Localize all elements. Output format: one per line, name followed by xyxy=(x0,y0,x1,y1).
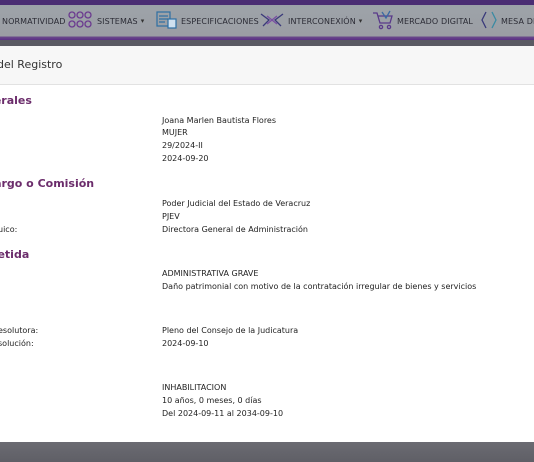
section-falta: metida xyxy=(0,248,30,261)
value-nombre: Joana Marlen Bautista Flores xyxy=(162,116,277,125)
value-expediente: 29/2024-II xyxy=(162,141,203,150)
value-plazo: 10 años, 0 meses, 0 días xyxy=(162,396,262,405)
section-datos-generales: nerales xyxy=(0,94,32,107)
nav-mesa-label: MESA DE xyxy=(501,16,534,26)
nav-mercado-digital[interactable]: MERCADO DIGITAL xyxy=(372,9,473,33)
nav-mesa[interactable]: MESA DE xyxy=(480,9,534,33)
nav-interconexion[interactable]: INTERCONEXIÓN ▾ xyxy=(259,9,362,33)
value-genero: MUJER xyxy=(162,128,188,137)
value-ente: Poder Judicial del Estado de Veracruz xyxy=(162,199,311,208)
chevron-down-icon: ▾ xyxy=(358,17,363,25)
panel-header: del Registro xyxy=(0,46,534,85)
value-tipo-falta: ADMINISTRATIVA GRAVE xyxy=(162,269,259,278)
nav-normatividad[interactable]: NORMATIVIDAD xyxy=(2,9,66,33)
value-fecha: 2024-09-20 xyxy=(162,154,209,163)
nav-especificaciones-label: ESPECIFICACIONES xyxy=(181,16,259,26)
label-autoridad: esolutora: xyxy=(0,326,39,335)
interconexion-icon xyxy=(259,10,285,32)
label-ente: : xyxy=(0,199,1,208)
nav-normatividad-label: NORMATIVIDAD xyxy=(2,16,66,26)
panel-title: del Registro xyxy=(0,58,63,71)
label-fecha-resolucion: solución: xyxy=(0,339,34,348)
nav-interconexion-label: INTERCONEXIÓN xyxy=(288,16,356,26)
nav-sistemas-label: SISTEMAS xyxy=(97,16,138,26)
value-tipo-sancion: INHABILITACION xyxy=(162,383,227,392)
value-periodo: Del 2024-09-11 al 2034-09-10 xyxy=(162,409,284,418)
support-icon xyxy=(480,10,498,32)
value-autoridad: Pleno del Consejo de la Judicatura xyxy=(162,326,299,335)
value-fecha-resolucion: 2024-09-10 xyxy=(162,339,209,348)
top-navigation-bar: NORMATIVIDAD SISTEMAS ▾ ESPECIFICACIONES… xyxy=(0,0,534,40)
value-descripcion: Daño patrimonial con motivo de la contra… xyxy=(162,282,477,291)
nav-sistemas[interactable]: SISTEMAS ▾ xyxy=(68,9,144,33)
registro-detail-panel: del Registro nerales Joana Marlen Bautis… xyxy=(0,46,534,442)
shopping-cart-icon xyxy=(372,10,394,32)
section-cargo: Cargo o Comisión xyxy=(0,177,95,190)
chevron-down-icon: ▾ xyxy=(140,17,145,25)
modal-backdrop[interactable] xyxy=(0,442,534,462)
label-puesto: uico: xyxy=(0,225,18,234)
top-accent-strip xyxy=(0,0,534,5)
especificaciones-icon xyxy=(156,10,178,32)
nav-mercado-label: MERCADO DIGITAL xyxy=(397,16,473,26)
value-siglas: PJEV xyxy=(162,212,180,221)
nav-especificaciones[interactable]: ESPECIFICACIONES xyxy=(156,9,259,33)
sistemas-icon xyxy=(68,11,94,31)
value-puesto: Directora General de Administración xyxy=(162,225,308,234)
